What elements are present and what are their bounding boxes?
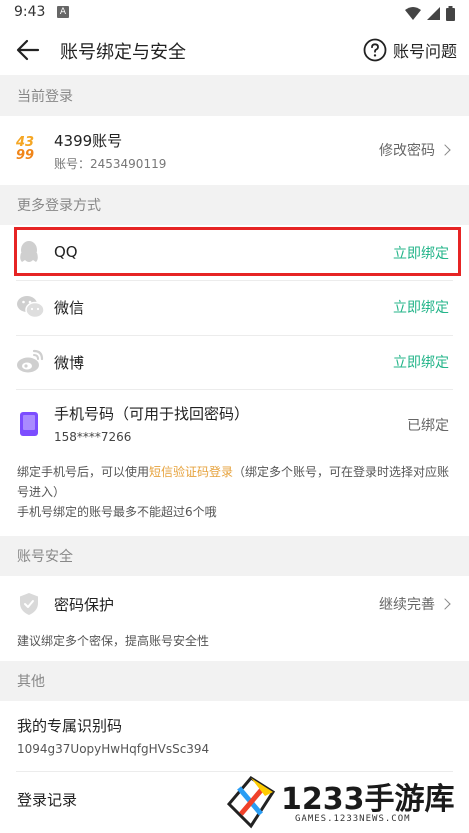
shield-icon xyxy=(18,592,40,620)
watermark-brand: 1233手游库 xyxy=(281,782,455,817)
4399-logo: 43 99 xyxy=(16,136,42,164)
phone-title: 手机号码（可用于找回密码） xyxy=(54,405,250,423)
watermark-url: GAMES.1233NEWS.COM xyxy=(295,814,411,824)
wechat-bind-button[interactable]: 立即绑定 xyxy=(393,297,449,317)
qq-bind-button[interactable]: 立即绑定 xyxy=(393,243,449,263)
phone-row[interactable]: 手机号码（可用于找回密码） 158****7266 已绑定 xyxy=(0,390,469,457)
weibo-bind-row[interactable]: 微博 立即绑定 xyxy=(0,336,469,389)
phone-note-part1: 绑定手机号后，可以使用 xyxy=(17,465,150,479)
chevron-right-icon xyxy=(439,598,451,610)
phone-note: 绑定手机号后，可以使用短信验证码登录（绑定多个账号，可在登录时选择对应账号进入）… xyxy=(17,462,452,522)
phone-note-line2: 手机号绑定的账号最多不能超过6个哦 xyxy=(17,505,217,519)
watermark-logo-icon xyxy=(226,776,276,829)
weibo-label: 微博 xyxy=(54,354,85,372)
section-account-security: 账号安全 xyxy=(0,536,469,576)
current-account-row: 43 99 4399账号 账号：2453490119 修改密码 xyxy=(0,116,469,185)
account-number: 账号：2453490119 xyxy=(54,157,167,171)
status-bar: 9:43 A xyxy=(0,0,469,26)
continue-improve-button[interactable]: 继续完善 xyxy=(379,594,451,614)
account-help-button[interactable]: 账号问题 xyxy=(363,36,457,64)
app-bar: 账号绑定与安全 账号问题 xyxy=(0,26,469,74)
wechat-icon xyxy=(16,295,45,323)
exclusive-id-title: 我的专属识别码 xyxy=(17,717,123,735)
wechat-bind-row[interactable]: 微信 立即绑定 xyxy=(0,281,469,335)
qq-icon xyxy=(16,239,42,271)
phone-number: 158****7266 xyxy=(54,430,132,444)
battery-icon xyxy=(446,5,455,21)
wifi-icon xyxy=(405,6,421,20)
notification-icon: A xyxy=(57,6,69,18)
change-password-button[interactable]: 修改密码 xyxy=(379,140,451,160)
section-current-login: 当前登录 xyxy=(0,75,469,116)
continue-improve-label: 继续完善 xyxy=(379,597,435,613)
phone-bound-status: 已绑定 xyxy=(407,418,449,434)
section-more-login: 更多登录方式 xyxy=(0,185,469,225)
password-protect-row[interactable]: 密码保护 继续完善 xyxy=(0,576,469,631)
question-circle-icon xyxy=(363,38,387,62)
logo-bottom-text: 99 xyxy=(16,148,35,163)
qq-bind-row[interactable]: QQ 立即绑定 xyxy=(0,226,469,280)
sms-login-link[interactable]: 短信验证码登录 xyxy=(149,465,233,479)
exclusive-id-value: 1094g37UopyHwHqfgHVsSc394 xyxy=(17,742,210,756)
security-note: 建议绑定多个密保，提高账号安全性 xyxy=(17,634,210,648)
change-password-label: 修改密码 xyxy=(379,143,435,159)
login-record-title: 登录记录 xyxy=(17,791,78,809)
account-type-title: 4399账号 xyxy=(54,132,123,150)
wechat-label: 微信 xyxy=(54,299,85,317)
status-icons xyxy=(405,5,455,21)
back-button[interactable] xyxy=(14,36,42,64)
signal-icon xyxy=(427,6,440,20)
account-help-label: 账号问题 xyxy=(392,42,457,61)
section-other: 其他 xyxy=(0,661,469,701)
chevron-right-icon xyxy=(439,144,451,156)
page-title: 账号绑定与安全 xyxy=(60,42,186,63)
status-time: 9:43 xyxy=(14,4,46,20)
phone-icon xyxy=(20,412,38,436)
password-protect-title: 密码保护 xyxy=(54,596,115,614)
watermark: 1233手游库 GAMES.1233NEWS.COM xyxy=(225,772,469,833)
exclusive-id-row[interactable]: 我的专属识别码 1094g37UopyHwHqfgHVsSc394 xyxy=(0,701,469,771)
back-arrow-icon xyxy=(16,39,40,61)
weibo-bind-button[interactable]: 立即绑定 xyxy=(393,352,449,372)
weibo-icon xyxy=(16,348,44,378)
qq-label: QQ xyxy=(54,243,78,261)
